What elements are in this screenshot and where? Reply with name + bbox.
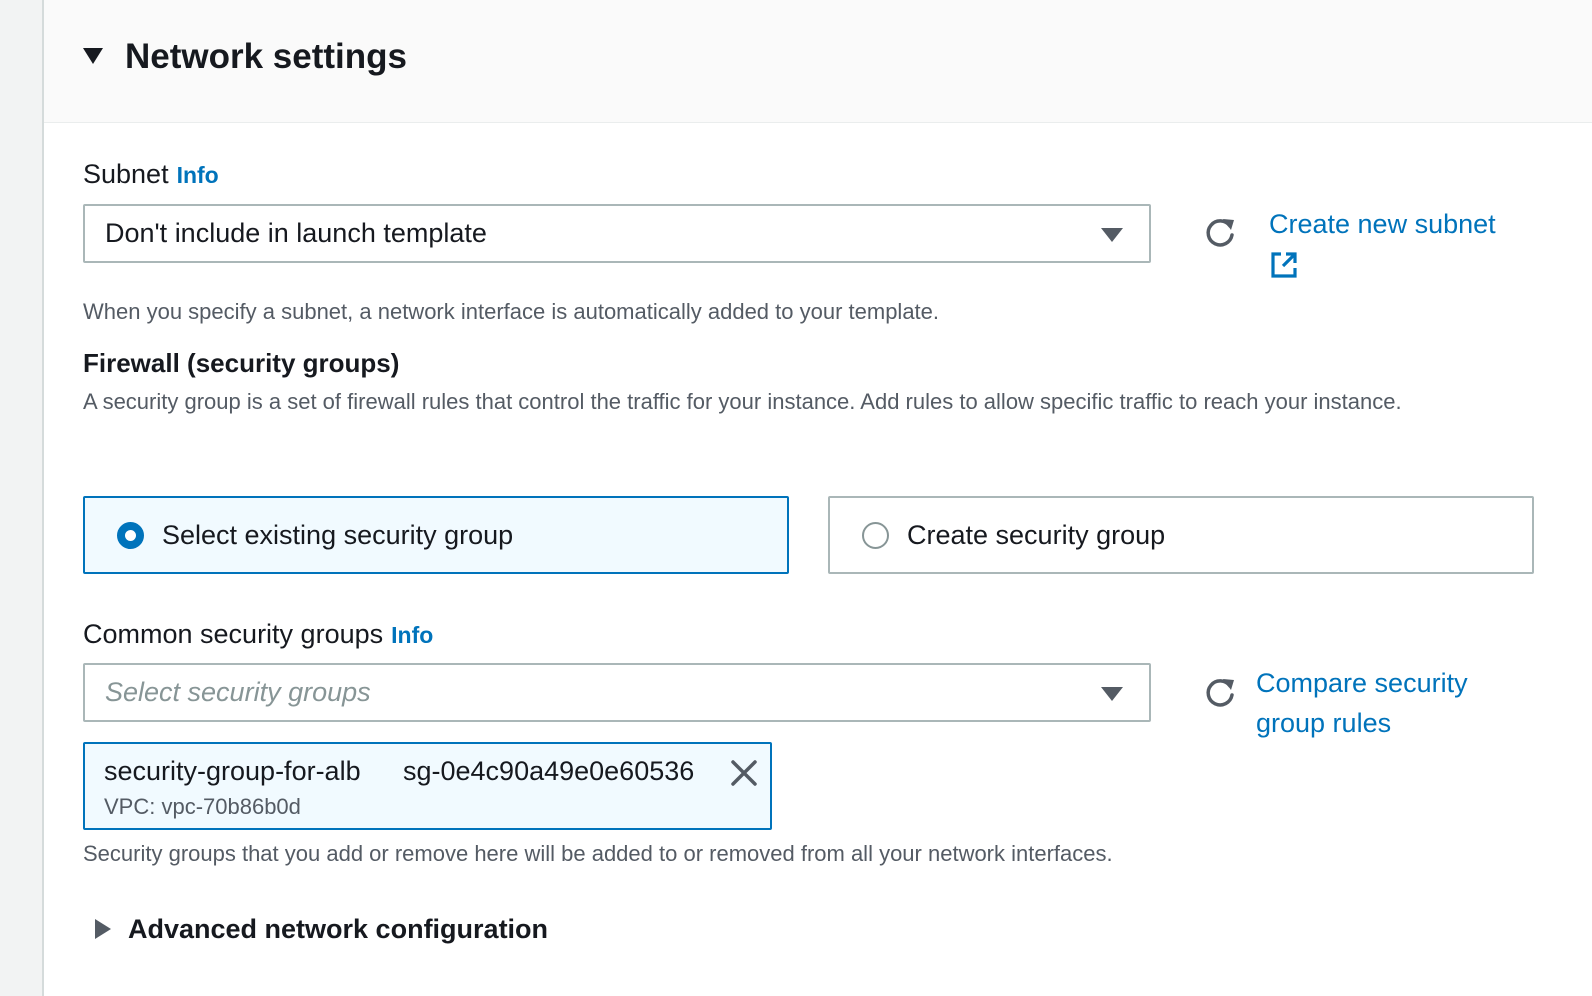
subnet-select[interactable]: Don't include in launch template bbox=[83, 204, 1151, 263]
refresh-icon[interactable] bbox=[1203, 216, 1237, 250]
security-group-token: security-group-for-alb sg-0e4c90a49e0e60… bbox=[83, 742, 772, 830]
token-vpc: VPC: vpc-70b86b0d bbox=[104, 794, 301, 819]
caret-right-icon[interactable] bbox=[95, 919, 111, 939]
refresh-icon[interactable] bbox=[1203, 676, 1237, 710]
radio-button-unselected[interactable] bbox=[862, 521, 889, 549]
advanced-network-config-toggle[interactable]: Advanced network configuration bbox=[128, 912, 548, 946]
security-groups-placeholder: Select security groups bbox=[105, 677, 371, 707]
token-sg-name: security-group-for-alb bbox=[104, 756, 361, 786]
common-sg-help-text: Security groups that you add or remove h… bbox=[83, 841, 1113, 866]
firewall-heading: Firewall (security groups) bbox=[83, 348, 400, 378]
compare-link-line2[interactable]: group rules bbox=[1256, 703, 1468, 743]
common-sg-info-link[interactable]: Info bbox=[391, 622, 433, 648]
subnet-select-value: Don't include in launch template bbox=[105, 218, 487, 248]
firewall-description: A security group is a set of firewall ru… bbox=[83, 389, 1402, 414]
security-groups-select[interactable]: Select security groups bbox=[83, 663, 1151, 722]
left-rail bbox=[0, 0, 44, 996]
compare-link-line1[interactable]: Compare security bbox=[1256, 663, 1468, 703]
chevron-down-icon bbox=[1101, 228, 1123, 242]
radio-tile-create[interactable]: Create security group bbox=[828, 496, 1534, 574]
compare-sg-rules-link[interactable]: Compare security group rules bbox=[1256, 663, 1468, 743]
caret-down-icon[interactable] bbox=[83, 48, 103, 64]
radio-button-selected[interactable] bbox=[117, 521, 144, 549]
subnet-info-link[interactable]: Info bbox=[177, 162, 219, 188]
subnet-label: Subnet bbox=[83, 159, 169, 189]
create-subnet-link[interactable]: Create new subnet bbox=[1269, 204, 1496, 244]
close-icon[interactable] bbox=[729, 758, 759, 788]
common-sg-label: Common security groups bbox=[83, 619, 384, 649]
radio-tile-select-existing[interactable]: Select existing security group bbox=[83, 496, 789, 574]
token-sg-id: sg-0e4c90a49e0e60536 bbox=[403, 756, 695, 786]
common-sg-label-row: Common security groups Info bbox=[83, 617, 433, 652]
external-link-icon[interactable] bbox=[1269, 250, 1299, 280]
subnet-help-text: When you specify a subnet, a network int… bbox=[83, 299, 940, 324]
section-title[interactable]: Network settings bbox=[125, 36, 407, 78]
chevron-down-icon bbox=[1101, 687, 1123, 701]
radio-label-select-existing: Select existing security group bbox=[162, 519, 514, 550]
radio-label-create: Create security group bbox=[907, 519, 1166, 550]
subnet-label-row: Subnet Info bbox=[83, 157, 219, 192]
